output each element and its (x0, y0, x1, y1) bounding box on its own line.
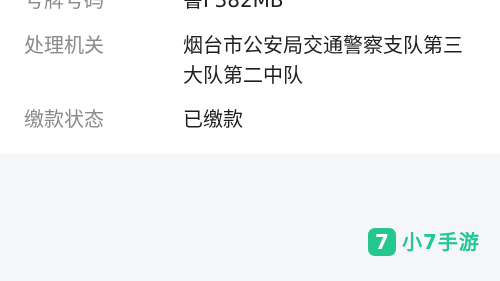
plate-number-label: 号牌号码 (24, 0, 104, 12)
handling-agency-value: 烟台市公安局交通警察支队第三大队第二中队 (183, 33, 463, 87)
handling-agency-label: 处理机关 (24, 33, 104, 57)
fine-detail-card: 号牌号码 鲁F382MB 处理机关 烟台市公安局交通警察支队第三大队第二中队 缴… (0, 0, 500, 154)
plate-number-value: 鲁F382MB (183, 0, 284, 12)
app-logo-icon: 7 (368, 228, 396, 256)
payment-status-value: 已缴款 (183, 107, 243, 131)
payment-status-label: 缴款状态 (24, 107, 104, 131)
watermark-logo: 7 小7手游 (368, 226, 480, 258)
watermark-text: 小7手游 (402, 230, 480, 254)
page-background (0, 154, 500, 281)
logo-glyph: 7 (375, 230, 389, 254)
